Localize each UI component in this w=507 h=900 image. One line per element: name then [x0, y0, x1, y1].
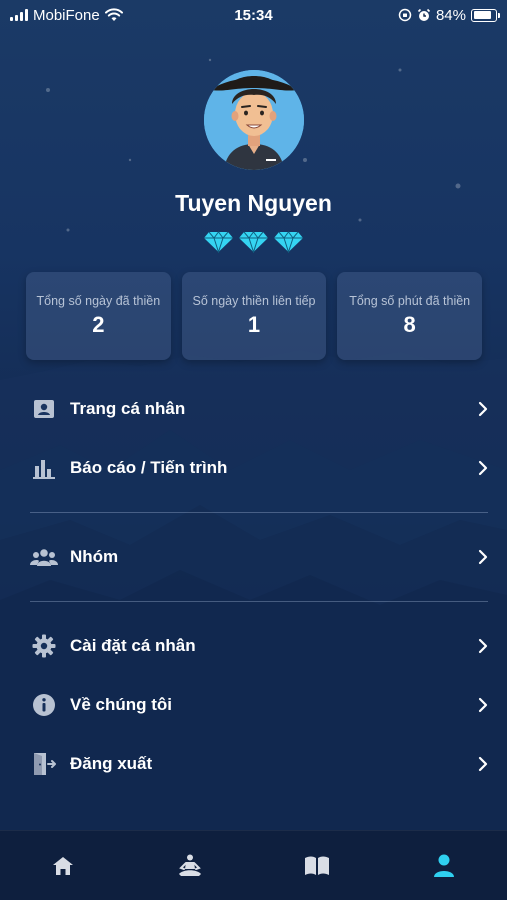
battery-icon — [471, 8, 500, 22]
tab-profile[interactable] — [381, 831, 507, 900]
chevron-right-icon — [478, 638, 488, 654]
chevron-right-icon — [478, 401, 488, 417]
diamond-icon — [239, 231, 268, 253]
stat-label: Số ngày thiền liên tiếp — [192, 293, 316, 308]
diamond-icon — [204, 231, 233, 253]
stats-row: Tổng số ngày đã thiền 2 Số ngày thiền li… — [26, 272, 483, 360]
stat-card-streak-days: Số ngày thiền liên tiếp 1 — [181, 272, 327, 360]
tab-home[interactable] — [0, 831, 126, 900]
menu-label: Đăng xuất — [70, 754, 153, 773]
avatar[interactable] — [204, 70, 304, 170]
home-icon — [53, 856, 73, 875]
signal-icon — [10, 9, 28, 21]
menu-item-report[interactable]: Báo cáo / Tiến trình — [30, 446, 490, 490]
diamond-icon — [274, 231, 303, 253]
tab-library[interactable] — [254, 831, 380, 900]
battery-percent: 84% — [435, 6, 466, 24]
menu-item-profile[interactable]: Trang cá nhân — [30, 387, 490, 431]
divider — [30, 512, 488, 513]
profile-card-icon — [30, 395, 58, 423]
bottom-tab-bar — [0, 830, 507, 900]
menu-label: Trang cá nhân — [70, 399, 186, 418]
logout-icon — [30, 750, 58, 778]
status-right: 84% — [398, 6, 500, 24]
group-icon — [30, 543, 58, 571]
menu-item-settings[interactable]: Cài đặt cá nhân — [30, 624, 490, 668]
carrier-name: MobiFone — [33, 6, 100, 24]
menu-label: Báo cáo / Tiến trình — [70, 458, 228, 477]
gear-icon — [30, 632, 58, 660]
menu-label: Cài đặt cá nhân — [70, 636, 196, 655]
stat-value: 2 — [92, 312, 105, 338]
book-icon — [305, 856, 329, 875]
alarm-icon — [417, 8, 431, 21]
bar-chart-icon — [30, 454, 58, 482]
gem-rating — [0, 231, 507, 253]
divider — [30, 601, 488, 602]
menu-item-about[interactable]: Về chúng tôi — [30, 683, 490, 727]
orientation-lock-icon — [398, 8, 412, 22]
chevron-right-icon — [478, 460, 488, 476]
avatar-illustration — [204, 70, 304, 170]
stat-value: 1 — [247, 312, 261, 338]
tab-meditation[interactable] — [127, 831, 253, 900]
status-left: MobiFone — [10, 7, 123, 24]
stat-label: Tổng số phút đã thiền — [349, 293, 471, 308]
meditation-icon — [179, 854, 201, 876]
chevron-right-icon — [478, 697, 488, 713]
status-bar: MobiFone 15:34 84% — [0, 0, 507, 30]
stat-card-total-days: Tổng số ngày đã thiền 2 — [26, 272, 171, 360]
menu-item-logout[interactable]: Đăng xuất — [30, 742, 490, 786]
wifi-icon — [104, 8, 123, 21]
chevron-right-icon — [478, 549, 488, 565]
stat-card-total-minutes: Tổng số phút đã thiền 8 — [337, 272, 483, 360]
user-icon — [434, 854, 454, 877]
menu-item-group[interactable]: Nhóm — [30, 535, 490, 579]
user-name: Tuyen Nguyen — [175, 190, 332, 216]
chevron-right-icon — [478, 756, 488, 772]
stat-label: Tổng số ngày đã thiền — [36, 293, 161, 308]
menu-label: Nhóm — [70, 547, 119, 566]
stat-value: 8 — [403, 312, 416, 338]
info-icon — [30, 691, 58, 719]
menu-label: Về chúng tôi — [70, 695, 172, 714]
